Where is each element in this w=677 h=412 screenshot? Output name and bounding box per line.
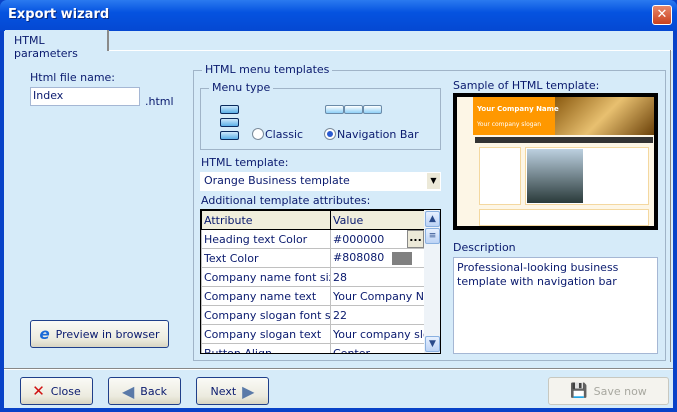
scroll-up-icon[interactable]: ▲ bbox=[425, 211, 440, 227]
table-row[interactable]: Company slogan textYour company slogan bbox=[201, 324, 425, 344]
arrow-left-icon: ◀ bbox=[121, 381, 135, 401]
template-preview-image: Your Company Name Your company slogan bbox=[453, 93, 658, 230]
attributes-label: Additional template attributes: bbox=[201, 194, 371, 207]
floppy-disk-icon: 💾 bbox=[570, 383, 588, 399]
file-suffix: .html bbox=[145, 95, 174, 108]
next-button[interactable]: Next ▶ bbox=[196, 377, 269, 405]
attribute-value[interactable]: 28 bbox=[330, 267, 425, 287]
tab-divider bbox=[109, 50, 672, 51]
group-title: HTML menu templates bbox=[202, 63, 333, 76]
attribute-name: Company name font size bbox=[201, 267, 331, 287]
table-row[interactable]: Button Align Center bbox=[201, 343, 425, 353]
save-label: Save now bbox=[593, 384, 647, 398]
footer-divider bbox=[4, 368, 673, 370]
close-icon: ✕ bbox=[32, 382, 45, 400]
close-button[interactable]: ✕ Close bbox=[20, 377, 93, 405]
color-swatch bbox=[392, 251, 413, 265]
description-box[interactable]: Professional-looking business template w… bbox=[453, 257, 658, 354]
preview-button[interactable]: e Preview in browser bbox=[30, 320, 169, 348]
sample-label: Sample of HTML template: bbox=[453, 79, 600, 92]
column-header-value[interactable]: Value bbox=[330, 210, 425, 230]
panel-border bbox=[670, 50, 671, 362]
file-name-input[interactable]: Index bbox=[30, 87, 140, 106]
window-title: Export wizard bbox=[8, 7, 110, 22]
attribute-name: Company slogan font size bbox=[201, 305, 331, 325]
arrow-right-icon: ▶ bbox=[242, 381, 255, 401]
back-label: Back bbox=[140, 384, 168, 398]
navbar-label: Navigation Bar bbox=[337, 128, 419, 141]
scroll-thumb[interactable]: ≡ bbox=[425, 228, 440, 244]
close-label: Close bbox=[50, 384, 81, 398]
attribute-name: Text Color bbox=[201, 248, 331, 268]
file-name-label: Html file name: bbox=[30, 71, 116, 84]
attribute-name: Heading text Color bbox=[201, 229, 331, 249]
description-label: Description bbox=[453, 241, 516, 254]
next-label: Next bbox=[210, 384, 237, 398]
browser-icon: e bbox=[39, 325, 50, 343]
table-row[interactable]: Company name textYour Company Name bbox=[201, 286, 425, 306]
scrollbar[interactable]: ▲ ≡ ▼ bbox=[424, 210, 440, 353]
scroll-down-icon[interactable]: ▼ bbox=[425, 336, 440, 352]
table-row[interactable]: Heading text Color #000000... bbox=[201, 229, 425, 249]
ellipsis-button[interactable]: ... bbox=[407, 230, 424, 248]
attribute-value[interactable]: 22 bbox=[330, 305, 425, 325]
tab-html-parameters[interactable]: HTML parameters bbox=[5, 30, 109, 60]
table-row[interactable]: Text Color #808080 bbox=[201, 248, 425, 268]
chevron-down-icon[interactable]: ▼ bbox=[427, 173, 440, 189]
attribute-value[interactable]: #000000 bbox=[333, 233, 384, 246]
template-select[interactable]: Orange Business template ▼ bbox=[200, 172, 441, 191]
navbar-radio[interactable] bbox=[324, 128, 336, 140]
table-row[interactable]: Company name font size 28 bbox=[201, 267, 425, 287]
attribute-value[interactable]: Your Company Name bbox=[330, 286, 425, 306]
menu-type-title: Menu type bbox=[209, 81, 274, 94]
template-label: HTML template: bbox=[201, 156, 289, 169]
preview-label: Preview in browser bbox=[55, 327, 160, 341]
attribute-name: Company name text bbox=[201, 286, 331, 306]
table-row[interactable]: Company slogan font size22 bbox=[201, 305, 425, 325]
classic-label: Classic bbox=[265, 128, 304, 141]
classic-radio[interactable] bbox=[252, 128, 264, 140]
attribute-value[interactable]: Your company slogan bbox=[330, 324, 425, 344]
sample-slogan: Your company slogan bbox=[477, 121, 542, 128]
column-header-attribute[interactable]: Attribute bbox=[201, 210, 331, 230]
save-now-button[interactable]: 💾 Save now bbox=[548, 377, 669, 405]
attribute-value[interactable]: #808080 bbox=[333, 251, 384, 264]
sample-company-name: Your Company Name bbox=[477, 105, 559, 113]
attribute-value[interactable]: Center bbox=[330, 343, 425, 353]
attribute-name: Button Align bbox=[201, 343, 331, 353]
back-button[interactable]: ◀ Back bbox=[108, 377, 181, 405]
attributes-grid[interactable]: Attribute Value Heading text Color #000000… bbox=[200, 209, 441, 354]
attribute-name: Company slogan text bbox=[201, 324, 331, 344]
window-close-button[interactable]: ✕ bbox=[652, 5, 672, 25]
template-value: Orange Business template bbox=[204, 174, 350, 187]
